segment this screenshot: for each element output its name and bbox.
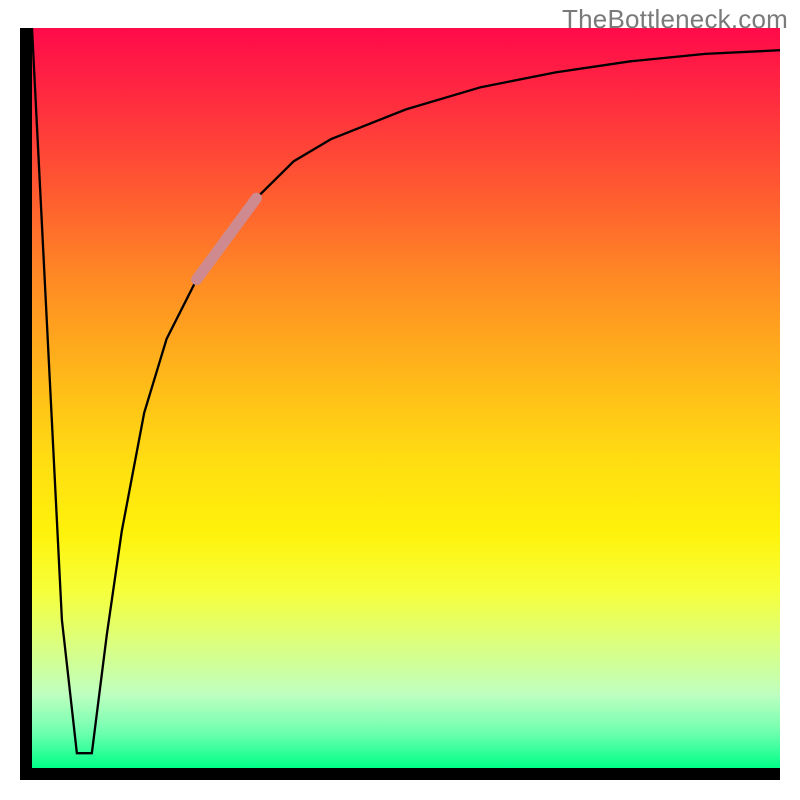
curve-layer [32,28,780,768]
chart-container: TheBottleneck.com [0,0,800,800]
watermark-text: TheBottleneck.com [562,4,788,35]
plot-frame [20,28,780,780]
bottleneck-curve [32,28,780,753]
highlight-segment [197,198,257,279]
plot-area [32,28,780,768]
